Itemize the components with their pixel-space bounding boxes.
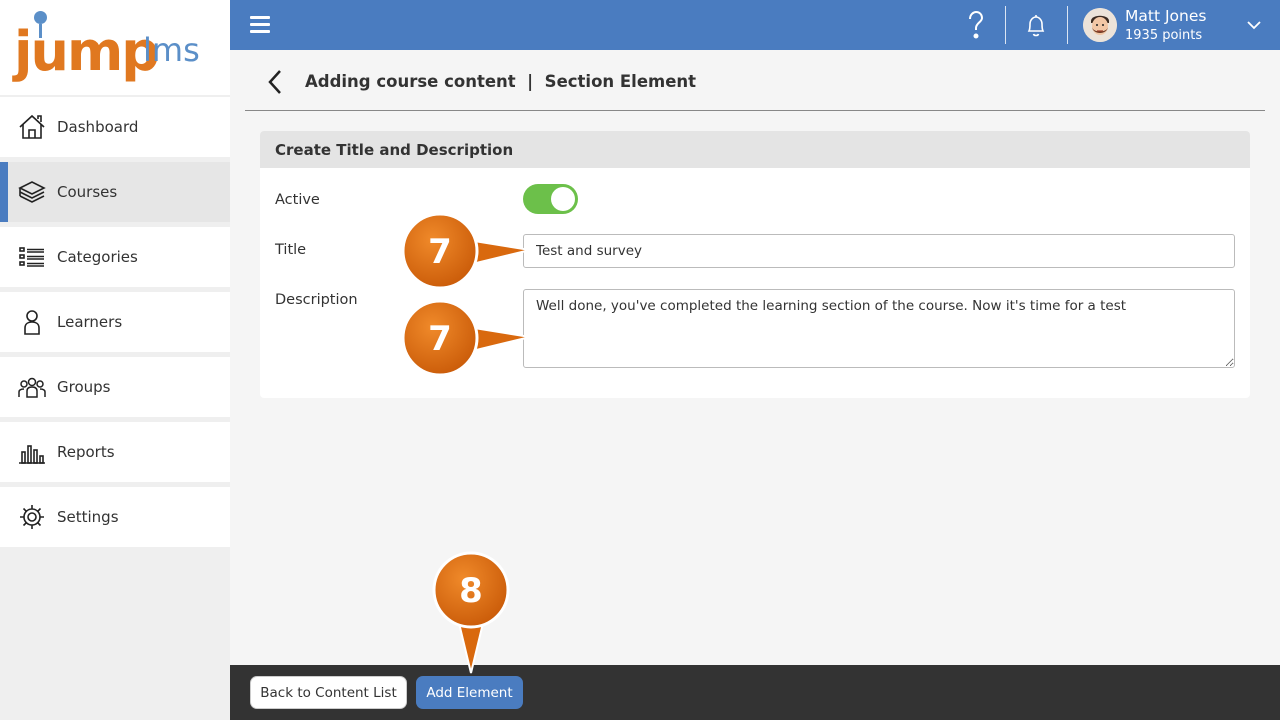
- sidebar-item-label: Settings: [57, 508, 119, 526]
- description-textarea[interactable]: Well done, you've completed the learning…: [523, 289, 1235, 368]
- sidebar-item-groups[interactable]: Groups: [0, 357, 230, 417]
- divider: [1067, 6, 1068, 44]
- sidebar-item-label: Categories: [57, 248, 138, 266]
- step-8-add-callout: 8: [432, 551, 510, 674]
- sidebar: jump lms Dashboard Courses Categories Le…: [0, 0, 230, 720]
- toggle-knob: [551, 187, 575, 211]
- logo-text-main: jump: [14, 20, 160, 83]
- callout-number: 7: [428, 232, 452, 272]
- avatar-face-icon: [1083, 8, 1117, 42]
- logo-text-sub: lms: [143, 31, 200, 69]
- callout-number: 7: [428, 319, 452, 359]
- divider: [1005, 6, 1006, 44]
- gear-icon: [20, 505, 44, 529]
- list-icon: [19, 247, 44, 267]
- sidebar-item-label: Groups: [57, 378, 111, 396]
- active-label: Active: [275, 192, 320, 208]
- card-heading: Create Title and Description: [260, 131, 1250, 168]
- app-logo[interactable]: jump lms: [0, 0, 230, 95]
- sidebar-item-label: Learners: [57, 313, 123, 331]
- sidebar-item-learners[interactable]: Learners: [0, 292, 230, 352]
- page-title: Adding course content | Section Element: [305, 72, 697, 91]
- description-label: Description: [275, 292, 358, 308]
- callout-number: 8: [459, 571, 483, 611]
- help-icon[interactable]: [965, 10, 987, 40]
- bar-chart-icon: [19, 445, 45, 464]
- bell-icon[interactable]: [1025, 14, 1047, 38]
- sidebar-item-reports[interactable]: Reports: [0, 422, 230, 482]
- step-7-title-callout: 7: [401, 212, 531, 290]
- back-to-content-list-button[interactable]: Back to Content List: [250, 676, 407, 709]
- sidebar-item-categories[interactable]: Categories: [0, 227, 230, 287]
- user-name[interactable]: Matt Jones: [1125, 7, 1206, 25]
- home-icon: [19, 114, 45, 139]
- sidebar-item-courses[interactable]: Courses: [0, 162, 230, 222]
- avatar[interactable]: [1083, 8, 1117, 42]
- sidebar-item-dashboard[interactable]: Dashboard: [0, 97, 230, 157]
- group-icon: [18, 377, 46, 398]
- sidebar-item-label: Courses: [57, 183, 118, 201]
- step-7-description-callout: 7: [401, 299, 531, 377]
- active-indicator: [0, 162, 8, 222]
- books-icon: [18, 181, 46, 203]
- header-divider: [245, 110, 1265, 111]
- sidebar-item-label: Dashboard: [57, 118, 139, 136]
- chevron-down-icon[interactable]: [1246, 17, 1262, 33]
- title-label: Title: [275, 242, 307, 258]
- title-input[interactable]: [523, 234, 1235, 268]
- back-arrow-icon[interactable]: [265, 68, 285, 96]
- sidebar-item-settings[interactable]: Settings: [0, 487, 230, 547]
- menu-icon[interactable]: [250, 16, 270, 33]
- person-icon: [24, 310, 40, 335]
- user-points: 1935 points: [1125, 28, 1203, 43]
- add-element-button[interactable]: Add Element: [416, 676, 523, 709]
- top-bar: Matt Jones 1935 points: [230, 0, 1280, 50]
- sidebar-item-label: Reports: [57, 443, 115, 461]
